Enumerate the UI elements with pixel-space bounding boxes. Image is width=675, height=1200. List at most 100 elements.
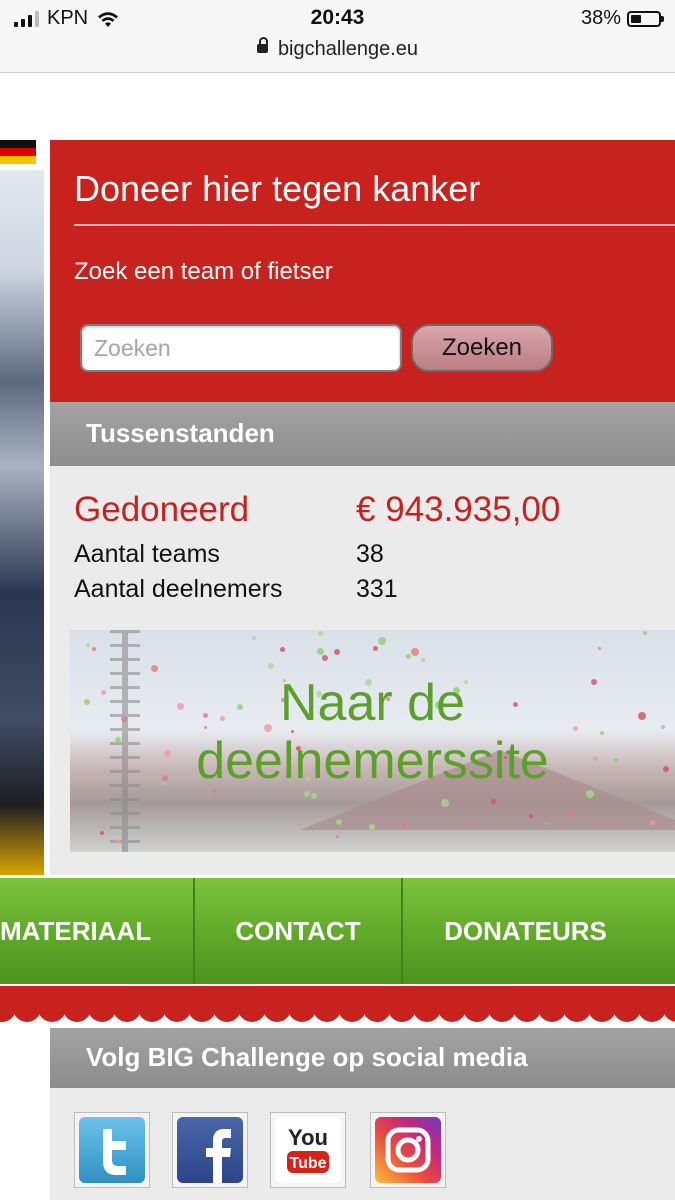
scallop — [238, 1008, 266, 1022]
scallop — [388, 1008, 416, 1022]
social-header: Volg BIG Challenge op social media — [50, 1028, 675, 1088]
confetti-dot — [115, 839, 120, 844]
teams-value: 38 — [356, 540, 384, 568]
social-title: Volg BIG Challenge op social media — [86, 1042, 528, 1072]
scallop — [488, 1008, 516, 1022]
confetti-dot — [373, 646, 378, 651]
donated-value: € 943.935,00 — [356, 490, 561, 529]
twitter-icon — [79, 1117, 145, 1183]
divider — [74, 224, 675, 226]
scallop — [563, 1008, 591, 1022]
participants-label: Aantal deelnemers — [74, 575, 283, 603]
participants-value: 331 — [356, 575, 398, 603]
teams-label: Aantal teams — [74, 540, 220, 568]
youtube-link[interactable]: You Tube — [270, 1112, 346, 1188]
youtube-icon: You Tube — [275, 1117, 341, 1183]
header-photo — [0, 170, 44, 875]
clock: 20:43 — [310, 6, 365, 29]
scallop — [88, 1008, 116, 1022]
confetti-dot — [317, 648, 324, 655]
main-nav: MATERIAAL CONTACT DONATEURS — [0, 878, 675, 984]
confetti-dot — [311, 793, 317, 799]
scallop — [463, 1008, 491, 1022]
confetti-dot — [86, 643, 90, 647]
donated-row: Gedoneerd € 943.935,00 — [74, 490, 654, 540]
scallop — [188, 1008, 216, 1022]
status-bar: KPN 20:43 38% bigchallenge.eu — [0, 0, 675, 73]
donate-box: Doneer hier tegen kanker Zoek een team o… — [50, 140, 675, 402]
battery-percent: 38% — [580, 7, 621, 29]
facebook-link[interactable] — [172, 1112, 248, 1188]
battery-status: 38% — [580, 7, 664, 30]
scallop — [113, 1008, 141, 1022]
confetti-dot — [643, 631, 647, 635]
teams-row: Aantal teams 38 — [74, 540, 654, 575]
scallop — [363, 1008, 391, 1022]
twitter-link[interactable] — [74, 1112, 150, 1188]
confetti-dot — [491, 799, 496, 804]
instagram-link[interactable] — [370, 1112, 446, 1188]
scallop — [38, 1008, 66, 1022]
banner-text: Naar de deelnemerssite — [70, 674, 675, 790]
confetti-dot — [252, 636, 256, 640]
confetti-dot — [650, 820, 655, 825]
confetti-dot — [304, 791, 310, 797]
scallop — [538, 1008, 566, 1022]
standings-header: Tussenstanden — [50, 402, 675, 466]
donated-label: Gedoneerd — [74, 490, 250, 529]
scallop — [13, 1008, 41, 1022]
participants-row: Aantal deelnemers 331 — [74, 575, 654, 610]
scallop — [613, 1008, 641, 1022]
scallop — [288, 1008, 316, 1022]
confetti-dot — [369, 824, 375, 830]
svg-text:Tube: Tube — [289, 1155, 326, 1172]
confetti-dot — [268, 663, 274, 669]
scallop — [163, 1008, 191, 1022]
svg-text:You: You — [288, 1125, 328, 1150]
search-input[interactable] — [80, 324, 402, 372]
scallop — [663, 1008, 675, 1022]
scallop — [63, 1008, 91, 1022]
standings-title: Tussenstanden — [86, 418, 275, 448]
instagram-icon — [375, 1117, 441, 1183]
search-button[interactable]: Zoeken — [411, 324, 553, 372]
confetti-dot — [441, 799, 449, 807]
nav-item-donateurs[interactable]: DONATEURS — [403, 878, 648, 984]
confetti-dot — [336, 819, 342, 825]
url-text: bigchallenge.eu — [277, 38, 419, 60]
scallop — [138, 1008, 166, 1022]
scallop — [438, 1008, 466, 1022]
nav-item-contact[interactable]: CONTACT — [195, 878, 403, 984]
banner-line-1: Naar de — [280, 674, 465, 732]
confetti-dot — [568, 811, 574, 817]
confetti-dot — [545, 822, 548, 825]
scallop — [338, 1008, 366, 1022]
scallop — [213, 1008, 241, 1022]
donate-title: Doneer hier tegen kanker — [74, 168, 481, 209]
participant-site-banner[interactable]: Naar de deelnemerssite — [70, 630, 675, 852]
scallop — [588, 1008, 616, 1022]
nav-item-materiaal[interactable]: MATERIAAL — [0, 878, 195, 984]
scallop — [513, 1008, 541, 1022]
german-flag-icon[interactable] — [0, 140, 36, 164]
confetti-dot — [411, 648, 419, 656]
confetti-dot — [529, 814, 533, 818]
facebook-icon — [177, 1117, 243, 1183]
confetti-dot — [280, 647, 285, 652]
scallop — [313, 1008, 341, 1022]
banner-line-2: deelnemerssite — [196, 732, 549, 790]
confetti-dot — [92, 647, 96, 651]
confetti-dot — [402, 823, 407, 828]
donation-panel: Doneer hier tegen kanker Zoek een team o… — [50, 140, 675, 875]
confetti-dot — [378, 637, 386, 645]
confetti-dot — [100, 831, 104, 835]
confetti-dot — [336, 835, 339, 838]
confetti-dot — [586, 790, 594, 798]
battery-icon — [627, 10, 664, 27]
scallop — [263, 1008, 291, 1022]
address-bar[interactable]: bigchallenge.eu — [0, 37, 675, 61]
scallop — [413, 1008, 441, 1022]
confetti-dot — [421, 658, 425, 662]
scallop — [638, 1008, 666, 1022]
confetti-dot — [322, 655, 328, 661]
